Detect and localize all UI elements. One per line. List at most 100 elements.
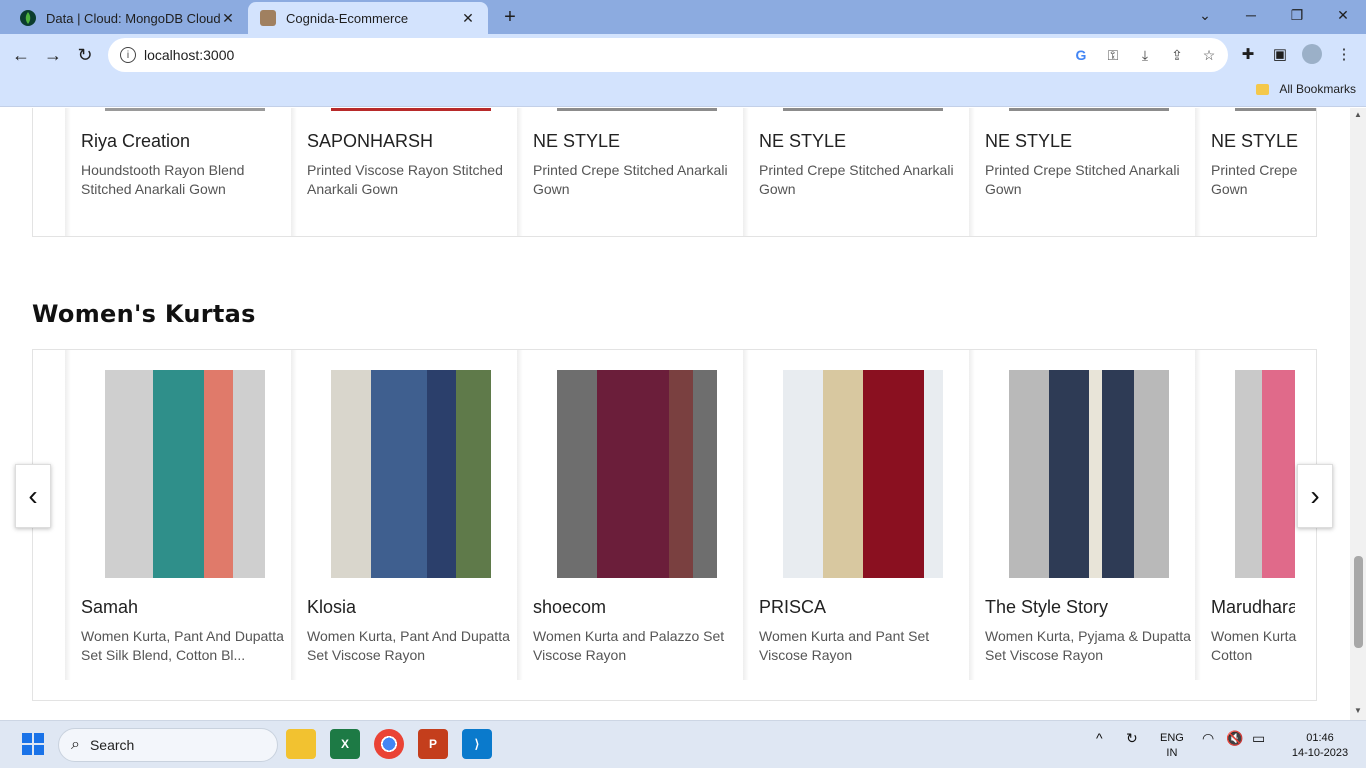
minimize-button[interactable]: ─ <box>1228 0 1274 30</box>
product-brand: NE STYLE <box>759 131 847 151</box>
all-bookmarks-label: All Bookmarks <box>1279 82 1356 96</box>
scrollbar-thumb[interactable] <box>1354 556 1363 648</box>
product-image <box>1009 108 1169 111</box>
product-brand: The Style Story <box>985 597 1109 617</box>
close-tab-icon[interactable]: ✕ <box>220 10 236 27</box>
section-title: Women's Kurtas <box>32 300 256 328</box>
carousel-prev-button[interactable]: ‹ <box>15 464 51 528</box>
address-bar[interactable]: i localhost:3000 G ⚿ ⤓ ⇪ ☆ <box>108 38 1228 72</box>
product-card[interactable]: Samah Women Kurta, Pant And Dupatta Set … <box>65 350 291 680</box>
battery-icon[interactable]: ▭ <box>1252 731 1265 746</box>
product-image <box>557 108 717 111</box>
product-brand: Marudhara <box>1211 597 1295 617</box>
previous-product-carousel: Riya Creation Houndstooth Rayon Blend St… <box>32 108 1317 237</box>
tab-cognida[interactable]: Cognida-Ecommerce ✕ <box>248 2 488 34</box>
excel-icon[interactable]: X <box>330 729 360 759</box>
product-image <box>1235 108 1316 111</box>
product-card[interactable]: NE STYLE Printed Crepe Gown <box>1195 108 1316 236</box>
language-indicator[interactable]: ENG IN <box>1160 731 1184 761</box>
product-brand: Klosia <box>307 597 357 617</box>
site-favicon-icon <box>260 10 276 26</box>
bookmarks-bar: All Bookmarks <box>0 76 1366 107</box>
google-icon[interactable]: G <box>1072 45 1090 65</box>
product-image <box>331 108 491 111</box>
product-brand: NE STYLE <box>985 131 1073 151</box>
product-image <box>331 370 491 578</box>
scroll-up-arrow-icon[interactable]: ▲ <box>1354 110 1362 119</box>
product-card[interactable]: SAPONHARSH Printed Viscose Rayon Stitche… <box>291 108 517 236</box>
product-card[interactable]: The Style Story Women Kurta, Pyjama & Du… <box>969 350 1195 680</box>
sync-icon[interactable]: ↻ <box>1126 731 1138 746</box>
windows-taskbar: ⌕ Search X P ⟩ ^ ↻ ENG IN ◠ 🔇 ▭ 01:46 14… <box>0 720 1366 768</box>
product-image <box>105 108 265 111</box>
extensions-puzzle-icon[interactable]: ✚ <box>1238 44 1258 64</box>
key-icon[interactable]: ⚿ <box>1104 45 1122 65</box>
product-description: Printed Crepe Stitched Anarkali Gown <box>759 162 954 197</box>
product-description: Women Kurta, Pant And Dupatta Set Silk B… <box>81 628 284 663</box>
product-description: Women Kurta Cotton <box>1211 628 1297 663</box>
product-card[interactable]: Klosia Women Kurta, Pant And Dupatta Set… <box>291 350 517 680</box>
tab-mongodb[interactable]: Data | Cloud: MongoDB Cloud ✕ <box>8 2 248 34</box>
mute-speaker-icon[interactable]: 🔇 <box>1226 731 1243 746</box>
windows-start-icon[interactable] <box>18 729 48 759</box>
folder-icon <box>1256 83 1270 95</box>
tab-title: Cognida-Ecommerce <box>286 10 409 26</box>
profile-avatar[interactable] <box>1302 44 1322 64</box>
product-description: Women Kurta, Pant And Dupatta Set Viscos… <box>307 628 510 663</box>
search-icon: ⌕ <box>71 736 80 753</box>
product-card[interactable]: shoecom Women Kurta and Palazzo Set Visc… <box>517 350 743 680</box>
lang-line2: IN <box>1166 747 1178 759</box>
product-description: Printed Viscose Rayon Stitched Anarkali … <box>307 162 503 197</box>
new-tab-button[interactable]: + <box>498 6 522 28</box>
product-description: Printed Crepe Stitched Anarkali Gown <box>533 162 728 197</box>
product-description: Printed Crepe Gown <box>1211 162 1298 197</box>
product-image <box>1009 370 1169 578</box>
product-card[interactable]: NE STYLE Printed Crepe Stitched Anarkali… <box>743 108 969 236</box>
product-brand: NE STYLE <box>533 131 621 151</box>
scroll-down-arrow-icon[interactable]: ▼ <box>1354 706 1362 715</box>
wifi-icon[interactable]: ◠ <box>1202 731 1214 746</box>
vscode-icon[interactable]: ⟩ <box>462 729 492 759</box>
lang-line1: ENG <box>1160 732 1184 744</box>
product-brand: Riya Creation <box>81 131 191 151</box>
product-card[interactable]: NE STYLE Printed Crepe Stitched Anarkali… <box>517 108 743 236</box>
chrome-icon[interactable] <box>374 729 404 759</box>
show-hidden-icons-chevron-icon[interactable]: ^ <box>1096 731 1103 746</box>
taskbar-search[interactable]: ⌕ Search <box>58 728 278 762</box>
menu-kebab-icon[interactable]: ⋮ <box>1334 44 1354 64</box>
page-viewport: Riya Creation Houndstooth Rayon Blend St… <box>0 108 1350 720</box>
product-image <box>1235 370 1295 578</box>
install-icon[interactable]: ⤓ <box>1136 45 1154 65</box>
mongodb-leaf-icon <box>20 10 36 26</box>
product-image <box>783 108 943 111</box>
restore-button[interactable]: ❐ <box>1274 0 1320 30</box>
all-bookmarks-button[interactable]: All Bookmarks <box>1256 82 1356 96</box>
product-card[interactable]: Riya Creation Houndstooth Rayon Blend St… <box>65 108 291 236</box>
browser-tab-strip: Data | Cloud: MongoDB Cloud ✕ Cognida-Ec… <box>0 0 1366 34</box>
share-icon[interactable]: ⇪ <box>1168 45 1186 65</box>
file-explorer-icon[interactable] <box>286 729 316 759</box>
browser-toolbar: ← → ↻ i localhost:3000 G ⚿ ⤓ ⇪ ☆ ✚ ▣ ⋮ <box>0 34 1366 76</box>
side-panel-icon[interactable]: ▣ <box>1270 44 1290 64</box>
close-window-button[interactable]: ✕ <box>1320 0 1366 30</box>
site-info-icon[interactable]: i <box>120 47 136 63</box>
clock[interactable]: 01:46 14-10-2023 <box>1282 731 1358 761</box>
star-bookmark-icon[interactable]: ☆ <box>1200 45 1218 65</box>
page-scrollbar[interactable]: ▲ ▼ <box>1350 108 1366 720</box>
back-arrow-icon[interactable]: ← <box>8 42 34 68</box>
product-brand: shoecom <box>533 597 607 617</box>
product-brand: PRISCA <box>759 597 827 617</box>
product-card[interactable]: NE STYLE Printed Crepe Stitched Anarkali… <box>969 108 1195 236</box>
reload-icon[interactable]: ↻ <box>72 42 98 68</box>
product-brand: Samah <box>81 597 139 617</box>
close-tab-icon[interactable]: ✕ <box>460 10 476 27</box>
product-image <box>557 370 717 578</box>
tab-search-chevron-icon[interactable]: ⌄ <box>1182 0 1228 30</box>
product-image <box>783 370 943 578</box>
product-description: Houndstooth Rayon Blend Stitched Anarkal… <box>81 162 245 197</box>
product-card[interactable]: PRISCA Women Kurta and Pant Set Viscose … <box>743 350 969 680</box>
product-description: Printed Crepe Stitched Anarkali Gown <box>985 162 1180 197</box>
forward-arrow-icon[interactable]: → <box>40 42 66 68</box>
carousel-next-button[interactable]: › <box>1297 464 1333 528</box>
powerpoint-icon[interactable]: P <box>418 729 448 759</box>
